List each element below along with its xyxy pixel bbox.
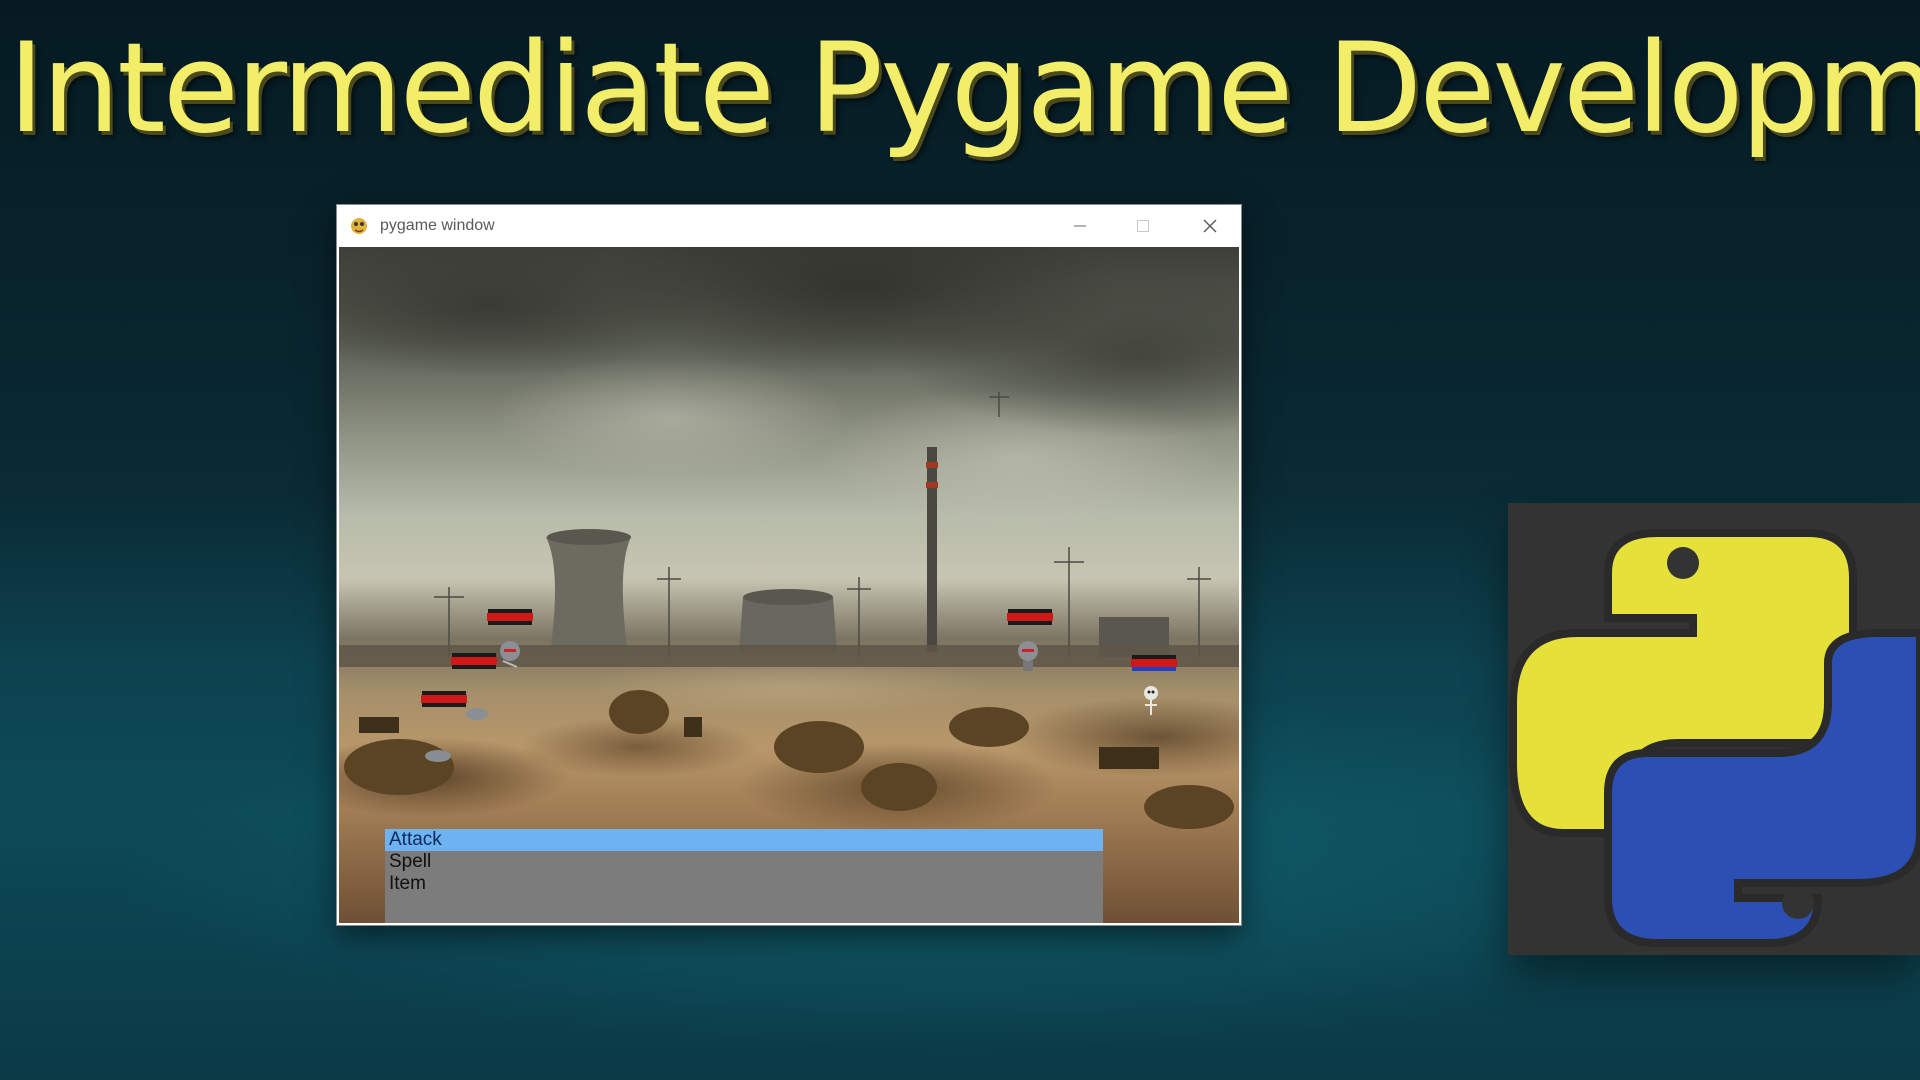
minimize-icon [1074, 225, 1086, 227]
window-titlebar[interactable]: pygame window [337, 205, 1241, 247]
player-health-bar [451, 657, 497, 665]
window-title: pygame window [380, 217, 495, 234]
minimize-button[interactable] [1049, 205, 1111, 247]
player-health-bar [487, 613, 533, 621]
close-icon [1203, 219, 1217, 233]
pygame-window[interactable]: pygame window Attack Spell Item [337, 205, 1241, 925]
battle-menu: Attack Spell Item [385, 829, 1103, 923]
python-logo-panel [1508, 503, 1920, 955]
knight-sprite[interactable] [495, 639, 525, 669]
enemy-health-bar [1007, 613, 1053, 621]
maximize-button[interactable] [1112, 205, 1174, 247]
knight-sprite[interactable] [1013, 639, 1043, 673]
skeleton-sprite[interactable] [1141, 685, 1161, 721]
game-canvas[interactable]: Attack Spell Item [339, 247, 1239, 923]
menu-item-spell[interactable]: Spell [385, 851, 1103, 873]
maximize-icon [1137, 220, 1149, 232]
player-health-bar [421, 695, 467, 703]
python-logo-icon [1509, 529, 1920, 947]
industrial-skyline [339, 392, 1239, 829]
slide-title: Intermediate Pygame Development [8, 17, 1920, 161]
pygame-snake-icon [351, 218, 367, 234]
goblin-sprite[interactable] [423, 747, 453, 763]
menu-item-attack[interactable]: Attack [385, 829, 1103, 851]
close-button[interactable] [1179, 205, 1241, 247]
enemy-health-bar [1131, 659, 1177, 667]
goblin-sprite[interactable] [465, 705, 489, 721]
menu-item-item[interactable]: Item [385, 873, 1103, 895]
